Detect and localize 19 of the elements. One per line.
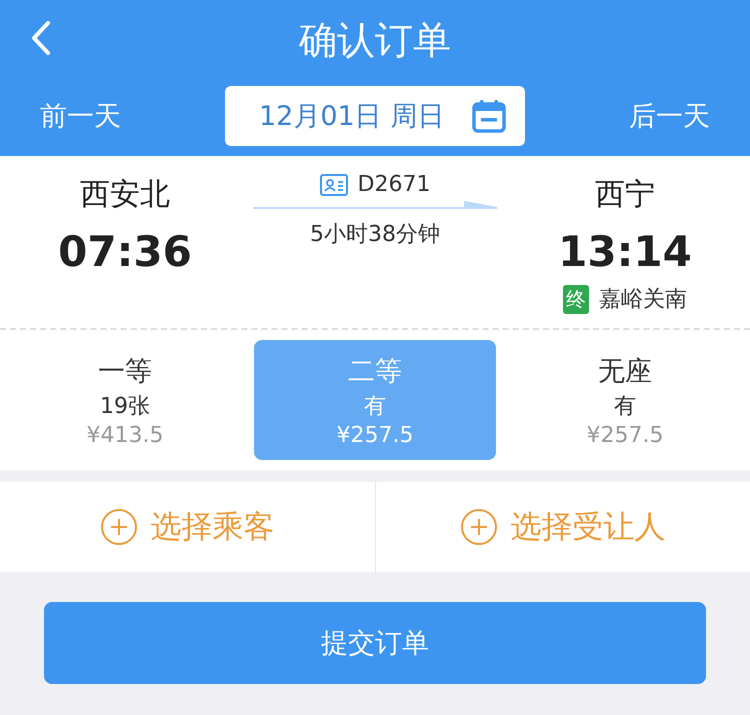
date-picker[interactable]: 12月01日 周日 (225, 86, 525, 146)
submit-order-button[interactable]: 提交订单 (44, 602, 706, 684)
arrival-time: 13:14 (558, 227, 692, 276)
plus-circle-icon (100, 508, 138, 546)
trip-duration: 5小时38分钟 (310, 221, 440, 249)
plus-circle-icon (460, 508, 498, 546)
id-card-icon (320, 174, 348, 196)
arrival-station: 西宁 (595, 176, 655, 214)
back-icon (30, 20, 52, 56)
departure-time: 07:36 (58, 227, 192, 276)
departure-station: 西安北 (80, 176, 170, 214)
page-title: 确认订单 (299, 16, 451, 64)
calendar-icon (471, 99, 507, 133)
next-day-button[interactable]: 后一天 (629, 86, 710, 146)
train-number: D2671 (358, 172, 430, 197)
terminal-badge: 终 (563, 284, 589, 314)
terminal-station: 嘉峪关南 (599, 286, 687, 314)
previous-day-button[interactable]: 前一天 (40, 86, 121, 146)
seat-class-option[interactable]: 二等 有 ¥257.5 (254, 340, 496, 460)
